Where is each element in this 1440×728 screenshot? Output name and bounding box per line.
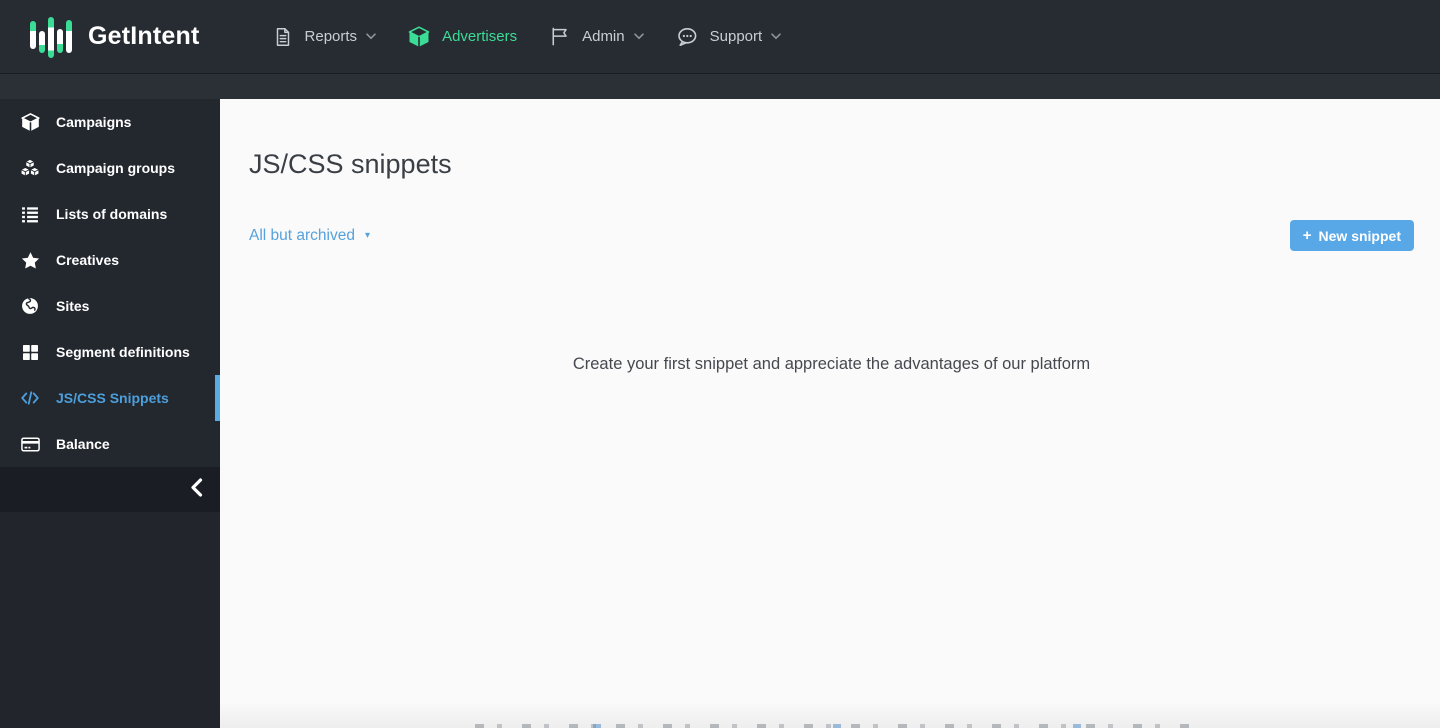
plus-icon: + [1302, 227, 1312, 244]
sidebar-item-lists-of-domains[interactable]: Lists of domains [0, 191, 220, 237]
chevron-down-icon [633, 33, 644, 40]
sidebar-item-campaign-groups[interactable]: Campaign groups [0, 145, 220, 191]
code-icon [17, 387, 43, 409]
brand-name: GetIntent [88, 22, 200, 50]
sidebar-item-campaigns[interactable]: Campaigns [0, 99, 220, 145]
topbar-subband [0, 73, 1440, 99]
credit-card-icon [17, 434, 43, 455]
sidebar-item-label: Creatives [56, 252, 120, 268]
top-navigation: Reports Advertisers Admin Support [272, 25, 782, 49]
sidebar-item-js-css-snippets[interactable]: JS/CSS Snippets [0, 375, 220, 421]
sidebar-item-balance[interactable]: Balance [0, 421, 220, 467]
sidebar-empty-area [0, 512, 220, 728]
nav-item-label: Advertisers [442, 28, 518, 45]
toolbar: All but archived ▾ + New snippet [249, 220, 1414, 251]
reports-document-icon [272, 26, 294, 48]
sidebar-item-label: Balance [56, 436, 110, 452]
filter-selected-label: All but archived [249, 226, 355, 244]
sidebar-item-label: Campaign groups [56, 160, 176, 176]
nav-item-label: Support [709, 28, 763, 45]
cube-icon [17, 112, 43, 133]
sidebar-collapse-button[interactable] [0, 467, 220, 512]
list-icon [17, 204, 43, 224]
grid-icon [17, 343, 43, 362]
admin-flag-icon [548, 25, 571, 48]
nav-item-label: Admin [582, 28, 625, 45]
chevron-left-icon [189, 477, 203, 503]
sidebar-item-label: Campaigns [56, 114, 132, 130]
chevron-down-icon [366, 33, 376, 40]
footer-clipped-text [475, 724, 1190, 728]
globe-icon [17, 296, 43, 316]
archive-filter-dropdown[interactable]: All but archived ▾ [249, 227, 370, 245]
app-window: GetIntent Reports Advertisers Admin Supp… [0, 0, 1440, 728]
cubes-icon [17, 157, 43, 179]
sidebar-item-creatives[interactable]: Creatives [0, 237, 220, 283]
empty-state-message: Create your first snippet and appreciate… [572, 355, 1091, 373]
sidebar-item-sites[interactable]: Sites [0, 283, 220, 329]
nav-item-reports[interactable]: Reports [272, 26, 377, 48]
advertisers-cube-icon [407, 25, 431, 49]
nav-item-label: Reports [304, 28, 358, 45]
caret-down-icon: ▾ [364, 229, 371, 241]
new-snippet-button[interactable]: + New snippet [1289, 220, 1414, 251]
sidebar-item-segment-definitions[interactable]: Segment definitions [0, 329, 220, 375]
sidebar-item-label: Segment definitions [56, 344, 190, 360]
chevron-down-icon [771, 33, 781, 40]
sidebar-item-label: JS/CSS Snippets [56, 390, 169, 406]
sidebar: Campaigns Campaign groups Lists of domai… [0, 99, 220, 728]
nav-item-support[interactable]: Support [675, 25, 782, 49]
page-title: JS/CSS snippets [249, 149, 452, 179]
topbar: GetIntent Reports Advertisers Admin Supp… [0, 0, 1440, 73]
main-content: JS/CSS snippets All but archived ▾ + New… [220, 99, 1440, 728]
sidebar-item-label: Lists of domains [56, 206, 168, 222]
logo[interactable]: GetIntent [30, 14, 200, 60]
sidebar-item-label: Sites [56, 298, 90, 314]
support-chat-icon [675, 25, 699, 49]
getintent-logo-icon [30, 14, 73, 60]
nav-item-admin[interactable]: Admin [548, 25, 644, 48]
nav-item-advertisers[interactable]: Advertisers [407, 25, 517, 49]
star-icon [17, 250, 43, 271]
new-snippet-button-label: New snippet [1318, 227, 1401, 244]
